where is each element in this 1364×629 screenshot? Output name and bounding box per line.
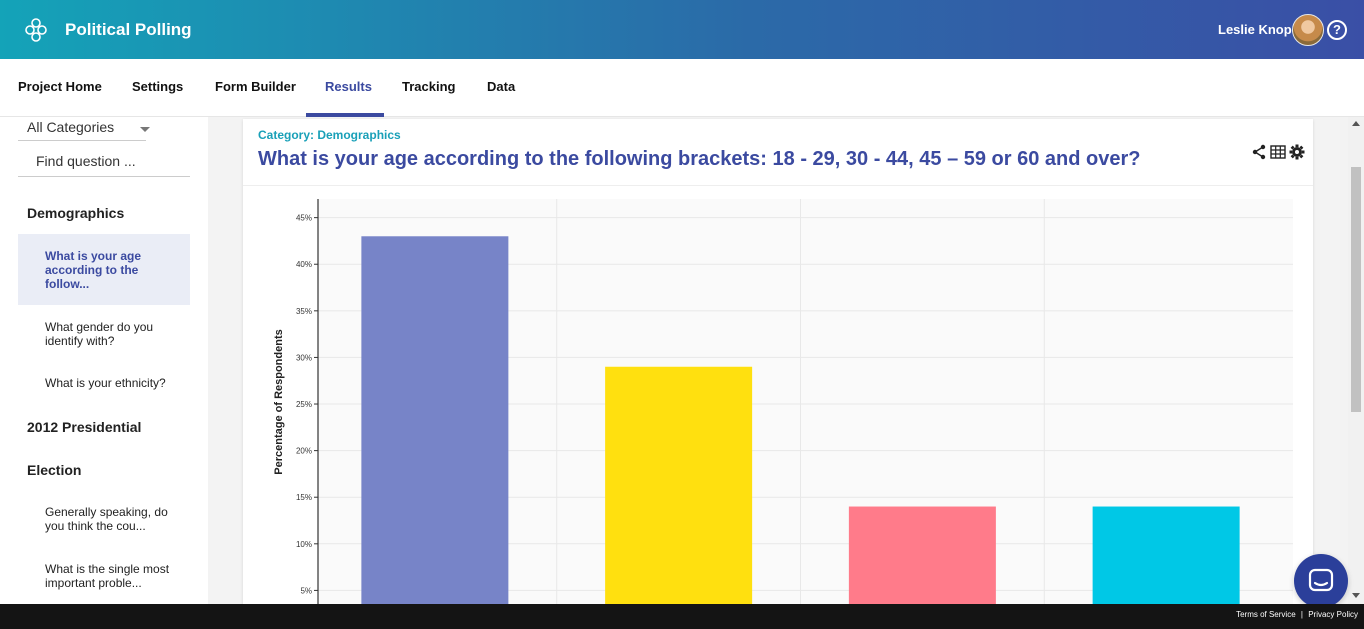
results-panel: Category: Demographics What is your age …	[208, 117, 1348, 604]
bar-1	[361, 236, 509, 604]
gear-icon[interactable]	[1289, 144, 1305, 160]
bar-2	[605, 366, 753, 604]
scroll-up-arrow-icon[interactable]	[1352, 121, 1360, 126]
y-tick-label: 25%	[296, 400, 312, 409]
tab-tracking[interactable]: Tracking	[402, 79, 455, 94]
scroll-down-arrow-icon[interactable]	[1352, 593, 1360, 598]
main-scrollbar[interactable]	[1348, 117, 1364, 604]
y-tick-label: 35%	[296, 307, 312, 316]
question-item-important-problem[interactable]: What is the single most important proble…	[18, 562, 190, 590]
app-header: Political Polling Leslie Knope ?	[0, 0, 1364, 59]
app-logo-icon[interactable]	[24, 17, 48, 43]
y-tick-label: 5%	[300, 586, 312, 595]
category-select[interactable]: All Categories	[18, 119, 150, 141]
question-title: What is your age according to the follow…	[258, 148, 1141, 170]
tab-form-builder[interactable]: Form Builder	[215, 79, 296, 94]
bar-3	[848, 506, 996, 604]
footer-bar: Terms of Service | Privacy Policy	[0, 604, 1364, 629]
footer-links: Terms of Service | Privacy Policy	[1233, 610, 1358, 619]
bar-4	[1092, 506, 1240, 604]
tab-results[interactable]: Results	[325, 79, 372, 94]
question-item-ethnicity[interactable]: What is your ethnicity?	[18, 376, 190, 390]
y-axis-label: Percentage of Respondents	[273, 329, 285, 474]
app-title[interactable]: Political Polling	[65, 20, 192, 40]
y-tick-label: 40%	[296, 260, 312, 269]
footer-separator: |	[1300, 610, 1303, 619]
tab-data[interactable]: Data	[487, 79, 515, 94]
question-sidebar: All Categories Find question ... Demogra…	[0, 117, 208, 604]
section-demographics[interactable]: Demographics	[27, 205, 124, 221]
user-name[interactable]: Leslie Knope	[1218, 22, 1299, 37]
tab-settings[interactable]: Settings	[132, 79, 183, 94]
y-tick-label: 30%	[296, 353, 312, 362]
y-tick-label: 10%	[296, 540, 312, 549]
tab-project-home[interactable]: Project Home	[18, 79, 102, 94]
section-2012-presidential[interactable]: 2012 Presidential	[27, 419, 141, 435]
question-card: Category: Demographics What is your age …	[243, 119, 1313, 604]
chevron-down-icon	[140, 127, 150, 132]
section-election[interactable]: Election	[27, 462, 81, 478]
card-divider	[243, 185, 1313, 186]
scrollbar-thumb[interactable]	[1351, 167, 1361, 412]
main-nav: Project Home Settings Form Builder Resul…	[0, 59, 1364, 117]
y-tick-label: 15%	[296, 493, 312, 502]
card-toolbar	[1251, 144, 1305, 160]
category-label: Category: Demographics	[258, 128, 401, 142]
y-tick-label: 45%	[296, 214, 312, 223]
question-item-gender[interactable]: What gender do you identify with?	[18, 320, 190, 348]
chat-launcher-button[interactable]	[1294, 554, 1348, 608]
category-select-value: All Categories	[27, 119, 115, 135]
help-icon[interactable]: ?	[1327, 20, 1347, 40]
avatar[interactable]	[1292, 14, 1324, 46]
terms-of-service-link[interactable]: Terms of Service	[1236, 610, 1296, 619]
table-icon[interactable]	[1270, 144, 1286, 160]
question-item-country-direction[interactable]: Generally speaking, do you think the cou…	[18, 505, 190, 533]
chat-icon	[1308, 568, 1334, 592]
y-tick-label: 20%	[296, 447, 312, 456]
question-item-age[interactable]: What is your age according to the follow…	[18, 234, 190, 305]
age-bracket-bar-chart: 5% 10% 15% 20% 25% 30% 35% 40% 45% Percentage of …	[273, 199, 1293, 604]
find-question-input[interactable]: Find question ...	[18, 153, 190, 177]
share-icon[interactable]	[1251, 144, 1267, 160]
privacy-policy-link[interactable]: Privacy Policy	[1308, 610, 1358, 619]
